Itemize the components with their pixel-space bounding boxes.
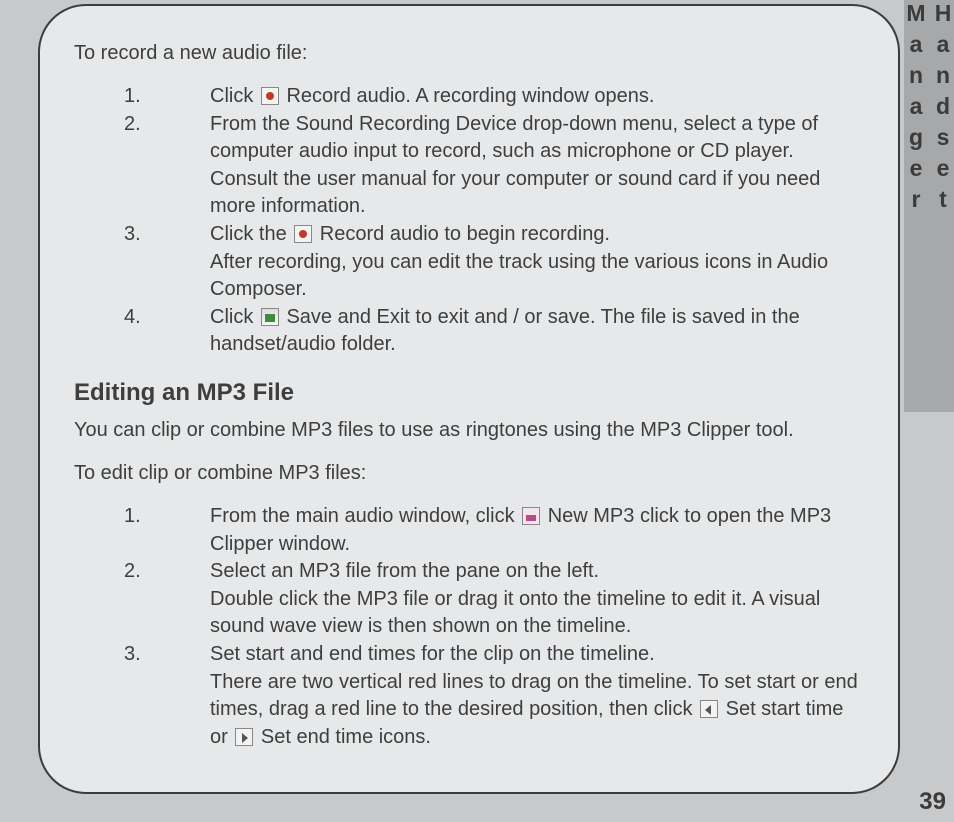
list-text: From the main audio window, click New MP… [210,503,864,558]
list-number: 2. [124,558,210,586]
set-start-icon [700,700,718,718]
page-number: 39 [919,788,946,816]
side-tab: Handset Manager [904,0,954,412]
side-tab-label: Handset Manager [902,0,954,412]
record-icon [261,87,279,105]
list-text: Click the Record audio to begin recordin… [210,221,864,304]
editing-mp3-paragraph: You can clip or combine MP3 files to use… [74,417,864,444]
record-intro: To record a new audio file: [74,40,864,67]
list-item: 3. Click the Record audio to begin recor… [124,221,864,304]
list-number: 1. [124,83,210,111]
list-item: 3. Set start and end times for the clip … [124,641,864,751]
list-item: 2. Select an MP3 file from the pane on t… [124,558,864,641]
list-text: Click Record audio. A recording window o… [210,83,864,111]
list-number: 4. [124,304,210,332]
list-number: 3. [124,221,210,249]
list-number: 2. [124,111,210,139]
list-text: Click Save and Exit to exit and / or sav… [210,304,864,359]
list-item: 4. Click Save and Exit to exit and / or … [124,304,864,359]
list-item: 1. From the main audio window, click New… [124,503,864,558]
list-text: Select an MP3 file from the pane on the … [210,558,864,641]
record-icon [294,225,312,243]
mp3-icon [522,507,540,525]
save-icon [261,308,279,326]
record-steps-list: 1. Click Record audio. A recording windo… [124,83,864,359]
page-content: To record a new audio file: 1. Click Rec… [38,4,900,794]
list-item: 1. Click Record audio. A recording windo… [124,83,864,111]
list-number: 1. [124,503,210,531]
list-text: From the Sound Recording Device drop-dow… [210,111,864,221]
edit-steps-list: 1. From the main audio window, click New… [124,503,864,751]
list-number: 3. [124,641,210,669]
list-item: 2. From the Sound Recording Device drop-… [124,111,864,221]
editing-mp3-heading: Editing an MP3 File [74,379,864,407]
set-end-icon [235,728,253,746]
list-text: Set start and end times for the clip on … [210,641,864,751]
edit-intro: To edit clip or combine MP3 files: [74,460,864,487]
